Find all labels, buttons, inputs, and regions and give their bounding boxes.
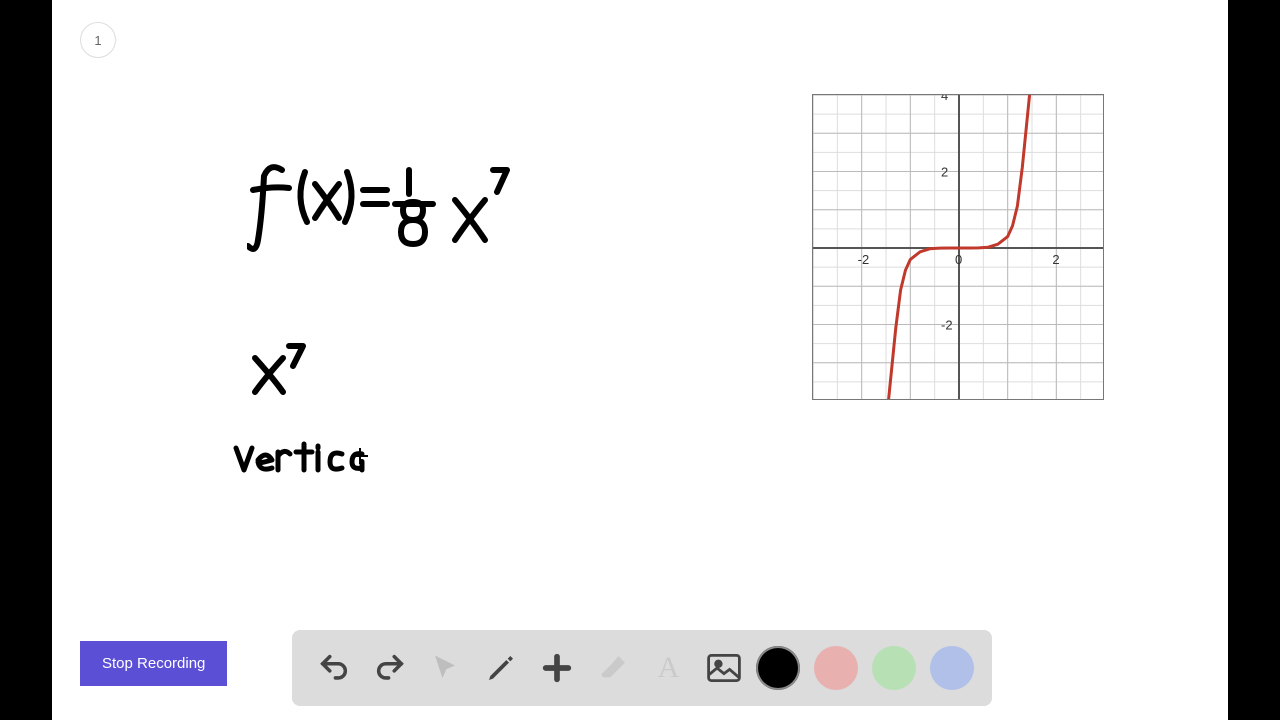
- image-icon: [707, 654, 741, 682]
- svg-text:2: 2: [941, 165, 948, 180]
- drawing-toolbar: A: [292, 630, 992, 706]
- undo-button[interactable]: [310, 644, 358, 692]
- function-graph: -2 0 2 -2 2 4: [812, 94, 1104, 400]
- pen-tool-button[interactable]: [477, 644, 525, 692]
- color-swatch-black[interactable]: [756, 646, 800, 690]
- stop-recording-label: Stop Recording: [102, 655, 205, 672]
- svg-text:-2: -2: [858, 252, 870, 267]
- text-icon: A: [658, 651, 680, 685]
- add-tool-button[interactable]: [533, 644, 581, 692]
- redo-button[interactable]: [366, 644, 414, 692]
- pointer-tool-button[interactable]: [421, 644, 469, 692]
- text-tool-button[interactable]: A: [645, 644, 693, 692]
- image-tool-button[interactable]: [700, 644, 748, 692]
- color-swatch-blue[interactable]: [930, 646, 974, 690]
- whiteboard-stage: 1: [52, 0, 1228, 720]
- handwriting-word: [232, 440, 392, 480]
- redo-icon: [373, 651, 407, 685]
- eraser-tool-button[interactable]: [589, 644, 637, 692]
- handwriting-equation-1: [247, 150, 527, 280]
- handwriting-equation-2: [247, 340, 327, 400]
- stop-recording-button[interactable]: Stop Recording: [80, 641, 227, 686]
- svg-text:4: 4: [941, 95, 948, 103]
- drawing-canvas[interactable]: -2 0 2 -2 2 4: [52, 0, 1228, 720]
- pointer-icon: [430, 653, 460, 683]
- svg-text:-2: -2: [941, 318, 953, 333]
- eraser-icon: [597, 652, 629, 684]
- svg-text:0: 0: [955, 252, 962, 267]
- color-swatch-red[interactable]: [814, 646, 858, 690]
- svg-text:2: 2: [1052, 252, 1059, 267]
- plus-icon: [540, 651, 574, 685]
- undo-icon: [317, 651, 351, 685]
- pen-icon: [485, 652, 517, 684]
- color-swatch-green[interactable]: [872, 646, 916, 690]
